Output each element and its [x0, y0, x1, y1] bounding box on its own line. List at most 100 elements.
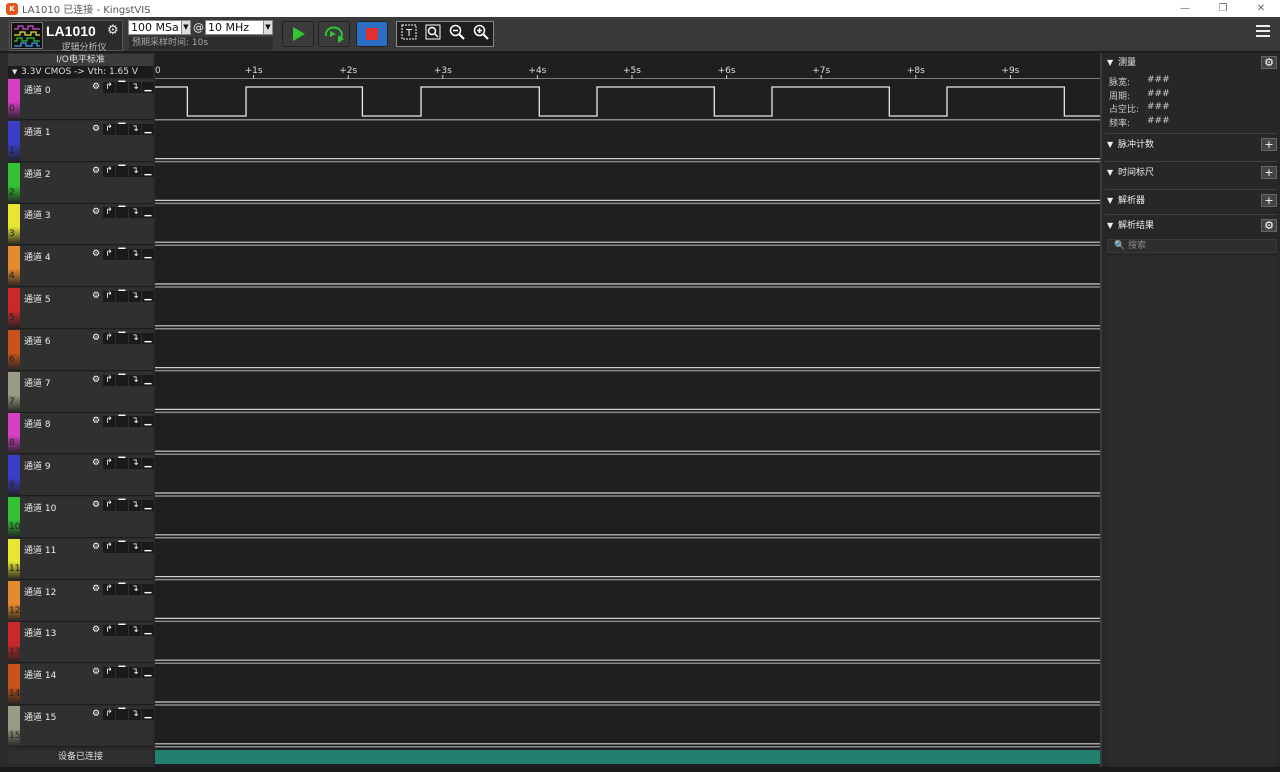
channel-settings-gear-icon[interactable]: ⚙	[90, 333, 102, 344]
channel-settings-gear-icon[interactable]: ⚙	[90, 458, 102, 469]
falling-edge-trigger-icon[interactable]: ↴	[129, 332, 141, 344]
channel-settings-gear-icon[interactable]: ⚙	[90, 207, 102, 218]
high-level-trigger-icon[interactable]: ▔	[116, 291, 128, 302]
falling-edge-trigger-icon[interactable]: ↴	[129, 500, 141, 511]
text-tool-icon[interactable]: T	[401, 24, 417, 44]
channel-lane[interactable]	[155, 371, 1100, 413]
waveform-canvas[interactable]: 0 +1s +2s +3s +4s +5s +6s +7s +8s +9s	[155, 53, 1100, 767]
channel-name[interactable]: 通道 3	[24, 208, 51, 221]
sample-rate-select[interactable]: 10 MHz ▼	[205, 20, 273, 35]
high-level-trigger-icon[interactable]: ▔	[116, 458, 128, 470]
results-header[interactable]: ▼ 解析结果 ⚙	[1105, 219, 1277, 233]
channel-lane[interactable]	[155, 622, 1100, 664]
channel-name[interactable]: 通道 15	[24, 710, 56, 723]
high-level-trigger-icon[interactable]: ▔	[116, 82, 128, 93]
time-ruler-header[interactable]: ▼ 时间标尺 +	[1105, 166, 1277, 180]
channel-settings-gear-icon[interactable]: ⚙	[90, 584, 102, 595]
high-level-trigger-icon[interactable]: ▔	[116, 249, 128, 261]
falling-edge-trigger-icon[interactable]: ↴	[129, 249, 141, 261]
low-level-trigger-icon[interactable]: ▁	[142, 458, 154, 470]
channel-name[interactable]: 通道 14	[24, 668, 56, 681]
io-standard-select[interactable]: ▼ 3.3V CMOS -> Vth: 1.65 V	[8, 66, 153, 78]
channel-lane[interactable]	[155, 497, 1100, 538]
loop-start-button[interactable]	[318, 21, 350, 47]
channel-name[interactable]: 通道 1	[24, 125, 51, 138]
low-level-trigger-icon[interactable]: ▁	[142, 709, 154, 720]
rising-edge-trigger-icon[interactable]: ↱	[103, 207, 115, 219]
channel-name[interactable]: 通道 0	[24, 83, 51, 96]
channel-name[interactable]: 通道 9	[24, 459, 51, 472]
channel-row[interactable]: 11 通道 11 ⚙ ↱ ▔ ↴ ▁	[8, 538, 154, 580]
rising-edge-trigger-icon[interactable]: ↱	[103, 374, 115, 386]
pulse-count-header[interactable]: ▼ 脉冲计数 +	[1105, 138, 1277, 152]
rising-edge-trigger-icon[interactable]: ↱	[103, 541, 115, 553]
channel-lane[interactable]	[155, 538, 1100, 580]
waveform-view[interactable]: 0 +1s +2s +3s +4s +5s +6s +7s +8s +9s	[155, 53, 1100, 767]
channel-settings-gear-icon[interactable]: ⚙	[90, 82, 102, 93]
channel-settings-gear-icon[interactable]: ⚙	[90, 709, 102, 720]
low-level-trigger-icon[interactable]: ▁	[142, 374, 154, 386]
sample-depth-select[interactable]: 100 MSa ▼	[128, 20, 191, 35]
analyzer-header[interactable]: ▼ 解析器 +	[1105, 194, 1277, 208]
start-button[interactable]	[282, 21, 314, 47]
channel-row[interactable]: 12 通道 12 ⚙ ↱ ▔ ↴ ▁	[8, 580, 154, 622]
channel-name[interactable]: 通道 10	[24, 501, 56, 514]
channel-row[interactable]: 6 通道 6 ⚙ ↱ ▔ ↴ ▁	[8, 329, 154, 371]
rising-edge-trigger-icon[interactable]: ↱	[103, 667, 115, 679]
channel-settings-gear-icon[interactable]: ⚙	[90, 625, 102, 636]
channel-lane[interactable]	[155, 79, 1100, 120]
minimize-button[interactable]: —	[1166, 0, 1204, 17]
low-level-trigger-icon[interactable]: ▁	[142, 82, 154, 93]
zoom-fit-icon[interactable]	[425, 24, 441, 44]
rising-edge-trigger-icon[interactable]: ↱	[103, 123, 115, 135]
low-level-trigger-icon[interactable]: ▁	[142, 165, 154, 177]
low-level-trigger-icon[interactable]: ▁	[142, 416, 154, 428]
channel-name[interactable]: 通道 5	[24, 292, 51, 305]
channel-settings-gear-icon[interactable]: ⚙	[90, 375, 102, 386]
high-level-trigger-icon[interactable]: ▔	[116, 123, 128, 135]
channel-row[interactable]: 10 通道 10 ⚙ ↱ ▔ ↴ ▁	[8, 497, 154, 538]
rising-edge-trigger-icon[interactable]: ↱	[103, 583, 115, 595]
high-level-trigger-icon[interactable]: ▔	[116, 709, 128, 720]
channel-name[interactable]: 通道 6	[24, 334, 51, 347]
rising-edge-trigger-icon[interactable]: ↱	[103, 82, 115, 93]
channel-settings-gear-icon[interactable]: ⚙	[90, 291, 102, 302]
channel-settings-gear-icon[interactable]: ⚙	[90, 416, 102, 427]
channel-name[interactable]: 通道 12	[24, 585, 56, 598]
rising-edge-trigger-icon[interactable]: ↱	[103, 249, 115, 261]
high-level-trigger-icon[interactable]: ▔	[116, 667, 128, 679]
channel-name[interactable]: 通道 7	[24, 376, 51, 389]
falling-edge-trigger-icon[interactable]: ↴	[129, 541, 141, 553]
falling-edge-trigger-icon[interactable]: ↴	[129, 82, 141, 93]
falling-edge-trigger-icon[interactable]: ↴	[129, 625, 141, 637]
add-pulse-count-button[interactable]: +	[1261, 138, 1277, 151]
results-settings-gear-icon[interactable]: ⚙	[1261, 219, 1277, 232]
channel-row[interactable]: 4 通道 4 ⚙ ↱ ▔ ↴ ▁	[8, 246, 154, 288]
zoom-in-icon[interactable]	[473, 24, 489, 44]
rising-edge-trigger-icon[interactable]: ↱	[103, 625, 115, 637]
channel-row[interactable]: 0 通道 0 ⚙ ↱ ▔ ↴ ▁	[8, 79, 154, 120]
falling-edge-trigger-icon[interactable]: ↴	[129, 709, 141, 720]
rising-edge-trigger-icon[interactable]: ↱	[103, 291, 115, 302]
high-level-trigger-icon[interactable]: ▔	[116, 207, 128, 219]
falling-edge-trigger-icon[interactable]: ↴	[129, 123, 141, 135]
high-level-trigger-icon[interactable]: ▔	[116, 332, 128, 344]
channel-name[interactable]: 通道 11	[24, 543, 56, 556]
high-level-trigger-icon[interactable]: ▔	[116, 500, 128, 511]
channel-row[interactable]: 8 通道 8 ⚙ ↱ ▔ ↴ ▁	[8, 413, 154, 455]
high-level-trigger-icon[interactable]: ▔	[116, 165, 128, 177]
channel-row[interactable]: 2 通道 2 ⚙ ↱ ▔ ↴ ▁	[8, 162, 154, 204]
low-level-trigger-icon[interactable]: ▁	[142, 291, 154, 302]
falling-edge-trigger-icon[interactable]: ↴	[129, 374, 141, 386]
falling-edge-trigger-icon[interactable]: ↴	[129, 207, 141, 219]
rising-edge-trigger-icon[interactable]: ↱	[103, 165, 115, 177]
rising-edge-trigger-icon[interactable]: ↱	[103, 416, 115, 428]
channel-settings-gear-icon[interactable]: ⚙	[90, 500, 102, 511]
high-level-trigger-icon[interactable]: ▔	[116, 374, 128, 386]
measure-settings-gear-icon[interactable]: ⚙	[1261, 56, 1277, 69]
low-level-trigger-icon[interactable]: ▁	[142, 332, 154, 344]
add-time-ruler-button[interactable]: +	[1261, 166, 1277, 179]
low-level-trigger-icon[interactable]: ▁	[142, 625, 154, 637]
high-level-trigger-icon[interactable]: ▔	[116, 583, 128, 595]
falling-edge-trigger-icon[interactable]: ↴	[129, 458, 141, 470]
